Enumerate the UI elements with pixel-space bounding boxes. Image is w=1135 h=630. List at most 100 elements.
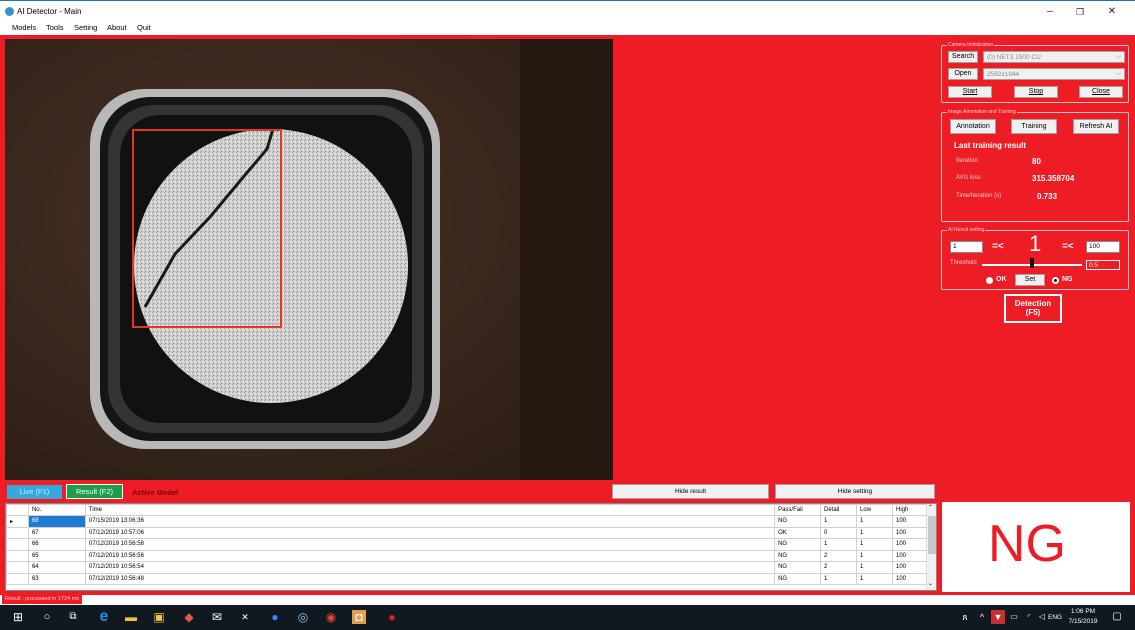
table-cell[interactable]: 07/15/2019 13:06:36 bbox=[84, 515, 776, 528]
table-cell[interactable]: 0 bbox=[820, 526, 858, 539]
table-cell[interactable]: 63 bbox=[27, 572, 86, 585]
table-cell[interactable]: 1 bbox=[856, 538, 893, 551]
table-cell[interactable]: 68 bbox=[27, 515, 86, 528]
table-row[interactable]: 65 07/12/2019 10:56:56 NG 2 1 100 bbox=[6, 549, 929, 562]
current-row-indicator[interactable]: ▸ bbox=[6, 515, 29, 528]
threshold-slider-thumb[interactable] bbox=[1030, 258, 1034, 268]
open-button[interactable]: Open bbox=[948, 68, 978, 80]
table-cell[interactable]: 07/12/2019 10:57:06 bbox=[84, 526, 776, 539]
annotation-button[interactable]: Annotation bbox=[950, 119, 996, 134]
table-cell[interactable]: 2 bbox=[820, 561, 858, 574]
stop-button[interactable]: Stop bbox=[1014, 86, 1058, 98]
table-cell[interactable]: 100 bbox=[891, 526, 929, 539]
hide-setting-button[interactable]: Hide setting bbox=[775, 484, 935, 499]
table-row[interactable]: 67 07/12/2019 10:57:06 OK 0 1 100 bbox=[6, 526, 929, 539]
maximize-button[interactable]: ❐ bbox=[1066, 5, 1094, 19]
grid-scrollbar-thumb[interactable] bbox=[928, 516, 936, 554]
menu-quit[interactable]: Quit bbox=[137, 23, 151, 32]
set-button[interactable]: Set bbox=[1015, 274, 1045, 286]
col-time[interactable]: Time bbox=[84, 504, 776, 516]
result-button[interactable]: Result (F2) bbox=[66, 484, 123, 499]
mail-icon[interactable]: ✉ bbox=[210, 610, 224, 624]
table-cell[interactable]: OK bbox=[774, 526, 822, 539]
start-button[interactable]: Start bbox=[948, 86, 992, 98]
edge-icon[interactable]: e bbox=[97, 609, 111, 625]
row-header-cell[interactable] bbox=[6, 526, 29, 539]
clock-date[interactable]: 7/15/2019 bbox=[1064, 618, 1102, 625]
threshold-value[interactable]: 0.5 bbox=[1086, 260, 1120, 270]
table-cell[interactable]: 1 bbox=[856, 572, 893, 585]
record-icon[interactable]: ● bbox=[385, 610, 399, 624]
table-cell[interactable]: 100 bbox=[891, 538, 929, 551]
row-header-cell[interactable] bbox=[6, 538, 29, 551]
table-row[interactable]: 66 07/12/2019 10:56:58 NG 1 1 100 bbox=[6, 538, 929, 551]
table-cell[interactable]: 66 bbox=[27, 538, 86, 551]
table-cell[interactable]: 1 bbox=[856, 515, 893, 528]
file-explorer-icon[interactable]: ▬ bbox=[124, 610, 138, 624]
max-value-input[interactable]: 100 bbox=[1086, 241, 1120, 253]
table-cell[interactable]: 1 bbox=[856, 526, 893, 539]
language-indicator[interactable]: ENG bbox=[1048, 614, 1062, 621]
col-pass-fail[interactable]: Pass/Fail bbox=[774, 504, 822, 516]
col-no[interactable]: No. bbox=[27, 504, 86, 516]
table-cell[interactable]: 64 bbox=[27, 561, 86, 574]
table-cell[interactable]: 67 bbox=[27, 526, 86, 539]
table-cell[interactable]: 65 bbox=[27, 549, 86, 562]
task-view-icon[interactable]: ⧉ bbox=[66, 610, 80, 624]
min-value-input[interactable]: 1 bbox=[950, 241, 983, 253]
col-high[interactable]: High bbox=[891, 504, 929, 516]
table-cell[interactable]: 1 bbox=[856, 561, 893, 574]
table-cell[interactable]: 100 bbox=[891, 572, 929, 585]
table-row[interactable]: 64 07/12/2019 10:56:54 NG 2 1 100 bbox=[6, 561, 929, 574]
table-cell[interactable]: 07/12/2019 10:56:48 bbox=[84, 572, 776, 585]
menu-setting[interactable]: Setting bbox=[74, 23, 97, 32]
store-icon[interactable]: ▣ bbox=[152, 610, 166, 624]
person-icon[interactable]: ጸ bbox=[958, 610, 972, 624]
table-cell[interactable]: 1 bbox=[856, 549, 893, 562]
zoom-icon[interactable]: ● bbox=[268, 610, 282, 624]
col-low[interactable]: Low bbox=[856, 504, 893, 516]
training-button[interactable]: Training bbox=[1011, 119, 1057, 134]
table-cell[interactable]: NG bbox=[774, 561, 822, 574]
ng-radio[interactable] bbox=[1052, 277, 1059, 284]
table-cell[interactable]: NG bbox=[774, 549, 822, 562]
table-cell[interactable]: 100 bbox=[891, 515, 929, 528]
table-cell[interactable]: 1 bbox=[820, 538, 858, 551]
ai-detector-taskbar-icon[interactable]: ◎ bbox=[296, 610, 310, 624]
menu-about[interactable]: About bbox=[107, 23, 127, 32]
tray-chevron-icon[interactable]: ^ bbox=[975, 610, 989, 624]
windows-start-icon[interactable]: ⊞ bbox=[11, 610, 25, 624]
table-cell[interactable]: 07/12/2019 10:56:54 bbox=[84, 561, 776, 574]
network-icon[interactable]: ▭ bbox=[1007, 610, 1021, 624]
menu-tools[interactable]: Tools bbox=[46, 23, 64, 32]
table-cell[interactable]: 2 bbox=[820, 549, 858, 562]
table-cell[interactable]: 1 bbox=[820, 515, 858, 528]
table-row[interactable]: ▸ 68 07/15/2019 13:06:36 NG 1 1 100 bbox=[6, 515, 929, 528]
calculator-icon[interactable]: ✕ bbox=[238, 610, 252, 624]
detection-button[interactable]: Detection (F5) bbox=[1004, 294, 1062, 323]
scroll-down-icon[interactable]: ⌄ bbox=[928, 580, 933, 587]
table-cell[interactable]: NG bbox=[774, 538, 822, 551]
table-cell[interactable]: 100 bbox=[891, 549, 929, 562]
close-button[interactable]: ✕ bbox=[1098, 5, 1126, 19]
active-app-icon[interactable]: ◘ bbox=[352, 610, 366, 624]
table-cell[interactable]: NG bbox=[774, 515, 822, 528]
table-cell[interactable]: 100 bbox=[891, 561, 929, 574]
table-cell[interactable]: 07/12/2019 10:56:58 bbox=[84, 538, 776, 551]
table-row[interactable]: 63 07/12/2019 10:56:48 NG 1 1 100 bbox=[6, 572, 929, 585]
tray-app-icon[interactable]: ▼ bbox=[991, 610, 1005, 624]
camera-close-button[interactable]: Close bbox=[1079, 86, 1123, 98]
results-grid[interactable]: No. Time Pass/Fail Detail Low High ▸ 68 07… bbox=[5, 503, 937, 591]
chrome-icon[interactable]: ◉ bbox=[324, 610, 338, 624]
hide-result-button[interactable]: Hide result bbox=[612, 484, 769, 499]
ok-radio[interactable] bbox=[986, 277, 993, 284]
search-icon[interactable]: ○ bbox=[40, 610, 54, 624]
table-cell[interactable]: 07/12/2019 10:56:56 bbox=[84, 549, 776, 562]
refresh-ai-button[interactable]: Refresh AI bbox=[1073, 119, 1119, 134]
live-button[interactable]: Live (F1) bbox=[7, 485, 62, 499]
volume-icon[interactable]: ◁ bbox=[1035, 610, 1049, 624]
table-cell[interactable]: NG bbox=[774, 572, 822, 585]
scroll-up-icon[interactable]: ⌃ bbox=[928, 504, 933, 511]
search-button[interactable]: Search bbox=[948, 51, 978, 63]
col-detail[interactable]: Detail bbox=[820, 504, 858, 516]
